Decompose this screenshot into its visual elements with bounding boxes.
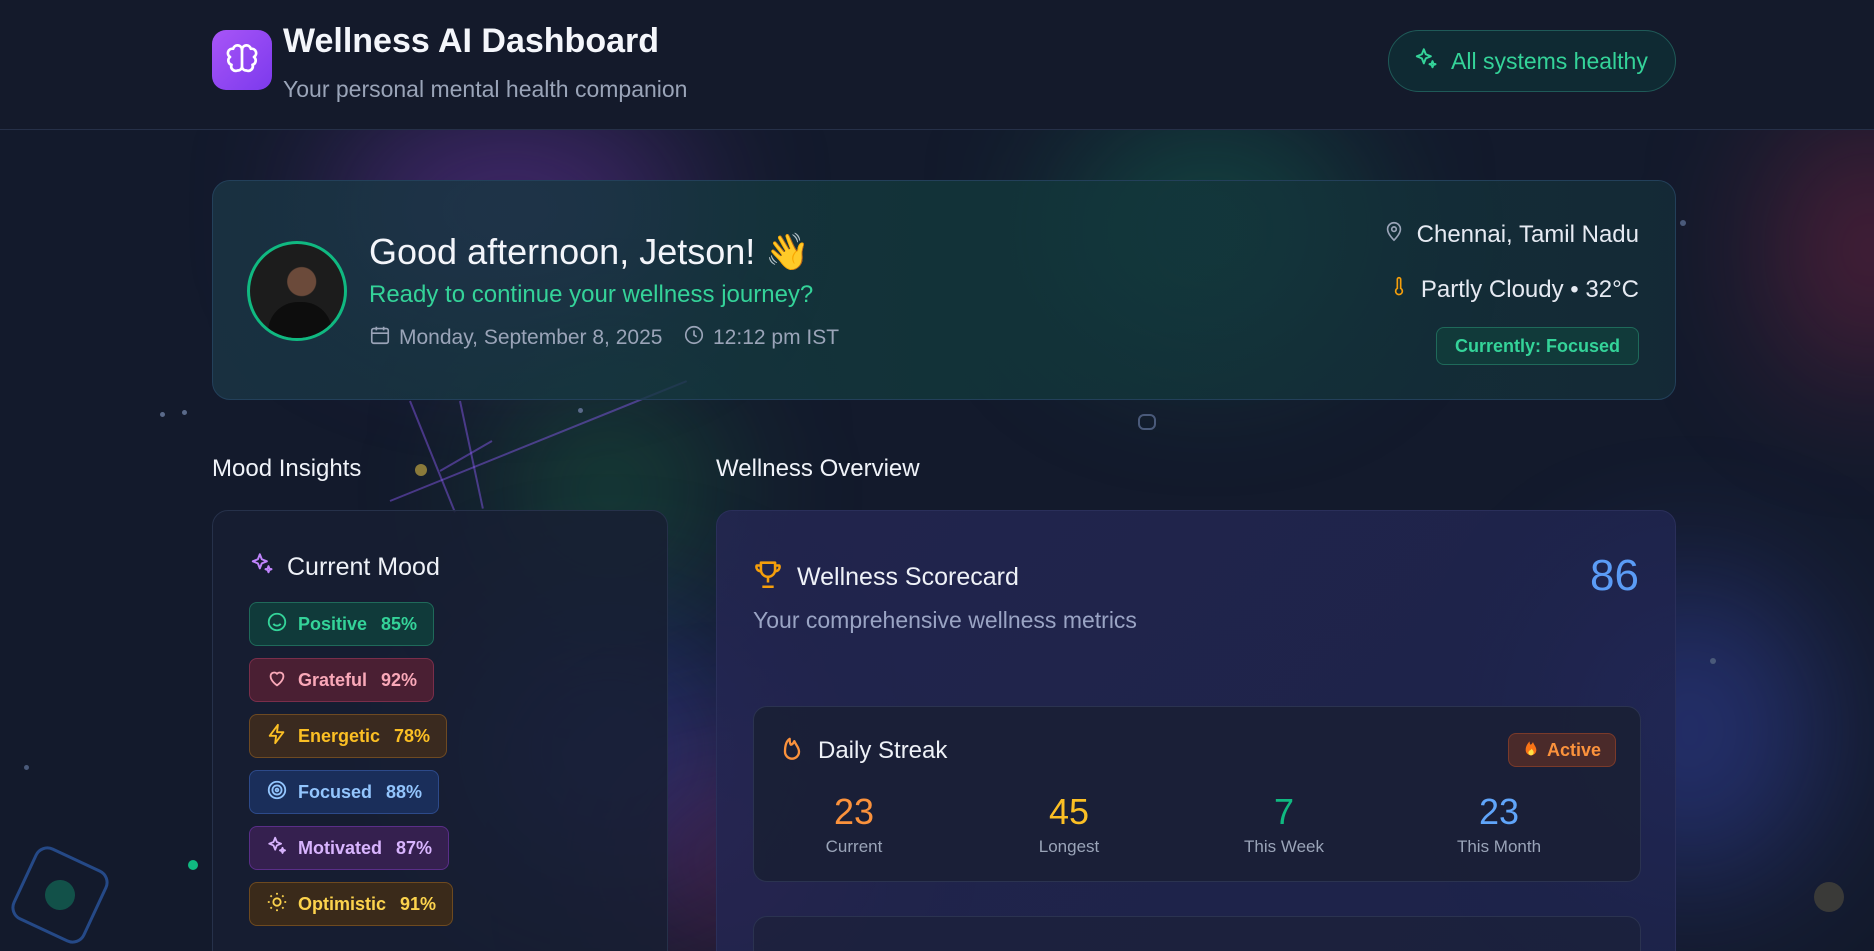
sparkles-icon xyxy=(249,551,275,584)
map-pin-icon xyxy=(1383,219,1405,250)
calendar-icon xyxy=(369,324,391,352)
mood-insights-card: Current Mood Positive 85% Grateful 92% E… xyxy=(212,510,668,951)
avatar[interactable] xyxy=(247,241,347,341)
mood-chip-positive[interactable]: Positive 85% xyxy=(249,602,435,646)
decorative-dot xyxy=(188,860,198,870)
mood-chip-focused[interactable]: Focused 88% xyxy=(249,770,440,814)
stat-value: 7 xyxy=(1273,791,1295,832)
location-text: Chennai, Tamil Nadu xyxy=(1416,220,1639,248)
stat-value: 45 xyxy=(1048,791,1090,832)
stat-label: This Month xyxy=(1456,837,1542,856)
decorative-line xyxy=(459,400,484,509)
mood-chip-label: Energetic xyxy=(298,725,381,746)
sparkles-icon xyxy=(1413,46,1439,77)
greeting-tagline: Ready to continue your wellness journey? xyxy=(369,281,814,308)
mood-chip-label: Motivated xyxy=(298,837,383,858)
streak-stat-longest: 45 Longest xyxy=(969,791,1169,857)
current-state-badge: Currently: Focused xyxy=(1435,327,1639,365)
date-text: Monday, September 8, 2025 xyxy=(399,326,663,349)
streak-stat-week: 7 This Week xyxy=(1184,791,1384,857)
decorative-dot xyxy=(160,412,165,417)
flame-icon xyxy=(778,733,806,768)
wellness-overview-title: Wellness Overview xyxy=(716,455,920,482)
time-text: 12:12 pm IST xyxy=(713,326,840,349)
decorative-dot xyxy=(1710,658,1716,664)
current-mood-heading: Current Mood xyxy=(249,551,440,584)
scorecard-title: Wellness Scorecard xyxy=(797,563,1019,591)
decorative-line xyxy=(409,400,456,513)
sparkles-icon xyxy=(266,835,288,862)
mood-chip-value: 78% xyxy=(394,725,431,746)
decorative-dot xyxy=(578,408,583,413)
mood-chip-energetic[interactable]: Energetic 78% xyxy=(249,714,448,758)
decorative-dot xyxy=(1814,882,1844,912)
stat-label: Current xyxy=(825,837,883,856)
mood-chip-label: Grateful xyxy=(298,669,368,690)
greeting-heading: Good afternoon, Jetson! 👋 xyxy=(369,231,811,272)
mood-insights-title: Mood Insights xyxy=(212,455,362,482)
bolt-icon xyxy=(266,723,288,750)
scorecard-subtitle: Your comprehensive wellness metrics xyxy=(753,607,1137,633)
decorative-line xyxy=(439,440,493,472)
background-glow xyxy=(1780,120,1874,380)
wellness-score: 86 xyxy=(1590,551,1639,600)
mood-chip-value: 91% xyxy=(400,893,437,914)
thermometer-icon xyxy=(1389,273,1409,306)
mood-chip-value: 85% xyxy=(381,613,418,634)
weather-text: Partly Cloudy • 32°C xyxy=(1420,275,1639,303)
wellness-overview-card: Wellness Scorecard Your comprehensive we… xyxy=(716,510,1676,951)
system-status-label: All systems healthy xyxy=(1451,47,1648,74)
date-display: Monday, September 8, 2025 xyxy=(369,324,662,352)
daily-streak-title: Daily Streak xyxy=(818,736,948,764)
mood-chip-value: 92% xyxy=(381,669,418,690)
streak-stat-current: 23 Current xyxy=(754,791,954,857)
app-subtitle: Your personal mental health companion xyxy=(283,76,688,102)
brain-logo-icon xyxy=(212,30,272,90)
system-status-badge[interactable]: All systems healthy xyxy=(1388,30,1676,92)
decorative-dot xyxy=(24,765,29,770)
mood-chip-grateful[interactable]: Grateful 92% xyxy=(249,658,435,702)
decorative-dot xyxy=(182,410,187,415)
decorative-dot xyxy=(1138,414,1156,430)
mood-chip-label: Focused xyxy=(298,781,373,802)
weather-display: Partly Cloudy • 32°C xyxy=(1389,273,1639,306)
sun-icon xyxy=(266,891,288,918)
daily-streak-heading: Daily Streak xyxy=(778,733,947,768)
decorative-square xyxy=(6,841,114,949)
app-title: Wellness AI Dashboard xyxy=(283,22,659,60)
current-mood-label: Current Mood xyxy=(287,553,440,581)
time-display: 12:12 pm IST xyxy=(683,324,839,352)
decorative-dot xyxy=(1680,220,1686,226)
mood-chip-label: Optimistic xyxy=(298,893,387,914)
mood-chip-optimistic[interactable]: Optimistic 91% xyxy=(249,882,454,926)
mood-chip-value: 88% xyxy=(386,781,423,802)
mood-chip-label: Positive xyxy=(298,613,368,634)
smile-icon xyxy=(266,611,288,638)
mood-chip-value: 87% xyxy=(396,837,433,858)
scorecard-heading: Wellness Scorecard xyxy=(751,557,1019,598)
welcome-card: Good afternoon, Jetson! 👋 Ready to conti… xyxy=(212,180,1676,400)
stat-value: 23 xyxy=(1478,791,1520,832)
next-metric-card[interactable] xyxy=(753,916,1641,951)
top-bar: Wellness AI Dashboard Your personal ment… xyxy=(0,0,1874,130)
location-display: Chennai, Tamil Nadu xyxy=(1383,219,1639,250)
fire-icon xyxy=(1523,739,1539,762)
streak-active-badge: Active xyxy=(1507,733,1616,767)
active-label: Active xyxy=(1546,739,1601,760)
decorative-dot xyxy=(415,464,427,476)
heart-icon xyxy=(266,667,288,694)
clock-icon xyxy=(683,324,705,352)
target-icon xyxy=(266,779,288,806)
stat-label: This Week xyxy=(1244,837,1324,856)
mood-chip-motivated[interactable]: Motivated 87% xyxy=(249,826,450,870)
streak-stat-month: 23 This Month xyxy=(1399,791,1599,857)
daily-streak-card[interactable]: Daily Streak Active 23 Current 45 Longes… xyxy=(753,706,1641,882)
trophy-icon xyxy=(751,557,785,598)
stat-label: Longest xyxy=(1038,837,1100,856)
stat-value: 23 xyxy=(833,791,875,832)
